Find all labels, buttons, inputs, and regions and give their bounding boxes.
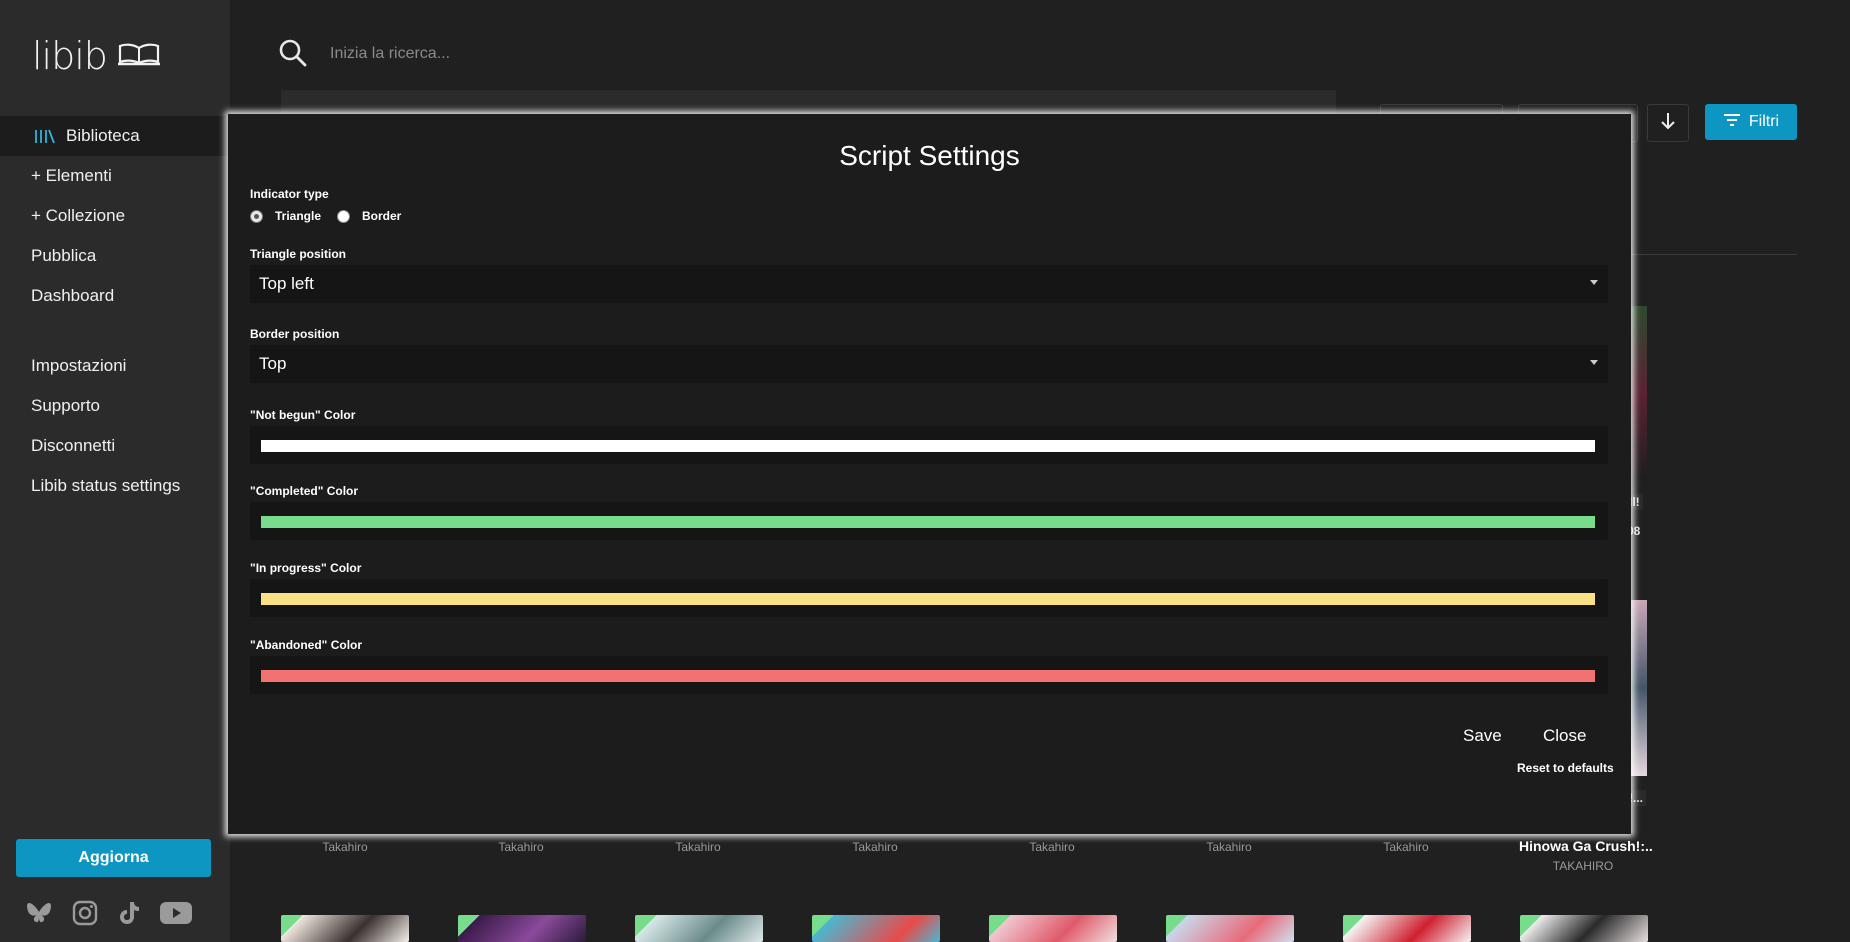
youtube-icon[interactable] (160, 901, 192, 925)
abandoned-color-label: "Abandoned" Color (250, 638, 363, 652)
close-button[interactable]: Close (1543, 726, 1586, 746)
social-links (26, 900, 192, 926)
card-author: TAKAHIRO (1552, 859, 1614, 873)
card-author: Takahiro (322, 840, 368, 854)
card-author: Takahiro (675, 840, 721, 854)
border-radio-label[interactable]: Border (362, 209, 401, 223)
divider (1630, 254, 1797, 255)
border-position-label: Border position (250, 327, 340, 341)
sidebar-item-label: Libib status settings (31, 476, 181, 495)
in-progress-color-input[interactable] (250, 579, 1608, 617)
border-position-select[interactable]: Top (250, 345, 1608, 383)
sidebar: libib Biblioteca + Elementi + Collezione… (0, 0, 230, 942)
book-cover[interactable] (458, 915, 586, 942)
not-begun-color-input[interactable] (250, 426, 1608, 464)
modal-title: Script Settings (839, 140, 1020, 171)
sidebar-nav: Biblioteca + Elementi + Collezione Pubbl… (0, 116, 230, 506)
arrow-down-icon (1660, 112, 1676, 135)
sidebar-item-pubblica[interactable]: Pubblica (0, 236, 230, 276)
book-cover[interactable] (1520, 915, 1648, 942)
bluesky-icon[interactable] (26, 902, 52, 924)
border-position-value: Top (259, 354, 287, 373)
script-settings-modal: Script Settings Indicator type Triangle … (228, 114, 1631, 834)
logo-text: libib (32, 34, 108, 78)
search-icon[interactable] (278, 38, 308, 73)
chevron-down-icon (1590, 360, 1598, 365)
sidebar-item-dashboard[interactable]: Dashboard (0, 276, 230, 316)
instagram-icon[interactable] (72, 900, 98, 926)
sidebar-item-disconnetti[interactable]: Disconnetti (0, 426, 230, 466)
card-author: Takahiro (852, 840, 898, 854)
triangle-radio[interactable] (250, 209, 263, 223)
sidebar-item-impostazioni[interactable]: Impostazioni (0, 346, 230, 386)
indicator-type-radio-group: Triangle Border (250, 209, 401, 223)
book-cover[interactable] (812, 915, 940, 942)
in-progress-color-label: "In progress" Color (250, 561, 362, 575)
abandoned-color-input[interactable] (250, 656, 1608, 694)
sort-direction-button[interactable] (1647, 104, 1689, 142)
not-begun-color-label: "Not begun" Color (250, 408, 356, 422)
filter-bar (281, 90, 1336, 116)
completed-color-label: "Completed" Color (250, 484, 359, 498)
sidebar-item-collezione[interactable]: + Collezione (0, 196, 230, 236)
search-input[interactable] (330, 40, 930, 68)
sidebar-item-label: Pubblica (31, 246, 97, 265)
library-icon (34, 127, 56, 145)
book-cover[interactable] (1166, 915, 1294, 942)
book-cover[interactable] (1343, 915, 1471, 942)
sidebar-item-label: Impostazioni (31, 356, 127, 375)
filter-button[interactable]: Filtri (1705, 104, 1797, 140)
card-author: Takahiro (1029, 840, 1075, 854)
color-swatch (261, 593, 1595, 605)
book-cover[interactable] (635, 915, 763, 942)
triangle-position-select[interactable]: Top left (250, 265, 1608, 303)
color-swatch (261, 440, 1595, 452)
book-cover[interactable] (281, 915, 409, 942)
sidebar-item-label: + Collezione (31, 206, 126, 225)
card-author: Takahiro (1206, 840, 1252, 854)
filter-icon (1723, 113, 1741, 132)
triangle-radio-label[interactable]: Triangle (275, 209, 321, 223)
sidebar-item-biblioteca[interactable]: Biblioteca (0, 116, 230, 156)
card-author: Takahiro (498, 840, 544, 854)
save-button[interactable]: Save (1463, 726, 1502, 746)
sidebar-item-label: Dashboard (31, 286, 115, 305)
sidebar-item-label: + Elementi (31, 166, 112, 185)
open-book-icon (117, 42, 161, 71)
sidebar-item-elementi[interactable]: + Elementi (0, 156, 230, 196)
border-radio[interactable] (337, 209, 351, 223)
completed-color-input[interactable] (250, 502, 1608, 540)
sidebar-item-status-settings[interactable]: Libib status settings (0, 466, 230, 506)
sidebar-item-label: Biblioteca (66, 126, 140, 145)
chevron-down-icon (1590, 280, 1598, 285)
triangle-position-value: Top left (259, 274, 314, 293)
color-swatch (261, 670, 1595, 682)
sidebar-item-label: Disconnetti (31, 436, 116, 455)
reset-defaults-button[interactable]: Reset to defaults (1517, 761, 1614, 775)
color-swatch (261, 516, 1595, 528)
filter-label: Filtri (1748, 113, 1780, 130)
logo[interactable]: libib (32, 34, 161, 78)
sidebar-item-supporto[interactable]: Supporto (0, 386, 230, 426)
update-button[interactable]: Aggiorna (16, 839, 211, 877)
card-author: Takahiro (1383, 840, 1429, 854)
book-cover[interactable] (989, 915, 1117, 942)
card-title[interactable]: Hinowa Ga Crush!:.. (1519, 838, 1653, 854)
triangle-position-label: Triangle position (250, 247, 347, 261)
tiktok-icon[interactable] (118, 901, 140, 925)
indicator-type-label: Indicator type (250, 187, 329, 201)
sidebar-item-label: Supporto (31, 396, 100, 415)
